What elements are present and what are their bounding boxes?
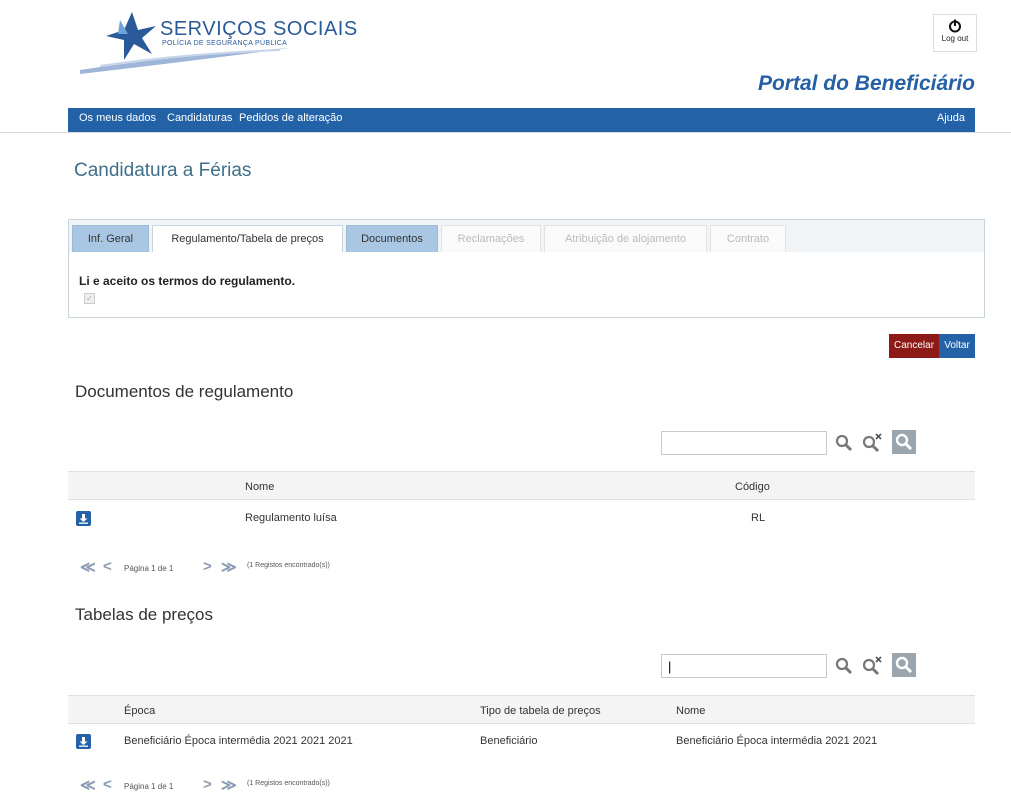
terms-label: Li e aceito os termos do regulamento. [79, 274, 296, 288]
first-page-icon[interactable]: ≪ [80, 558, 96, 576]
docs-col-nome[interactable]: Nome [245, 481, 274, 493]
logo-title: SERVIÇOS SOCIAIS [160, 18, 358, 40]
page-title: Candidatura a Férias [74, 160, 252, 181]
advanced-search-icon[interactable] [892, 430, 916, 454]
search-icon[interactable] [832, 431, 856, 455]
docs-pager: ≪ < Página 1 de 1 > ≫ (1 Registos encont… [80, 558, 380, 579]
first-page-icon[interactable]: ≪ [80, 776, 96, 794]
nav-item-ajuda[interactable]: Ajuda [937, 112, 965, 124]
tab-contrato: Contrato [710, 225, 786, 252]
table-row-nome: Regulamento luísa [245, 512, 337, 524]
nav-item-pedidos-alteracao[interactable]: Pedidos de alteração [239, 112, 342, 124]
nav-divider [0, 132, 1011, 133]
table-row-epoca: Beneficiário Época intermédia 2021 2021 … [124, 735, 353, 747]
download-icon[interactable] [76, 734, 91, 749]
docs-pager-count: (1 Registos encontrado(s)) [247, 562, 330, 569]
power-icon [949, 19, 961, 33]
back-button[interactable]: Voltar [939, 334, 975, 358]
prices-section-title: Tabelas de preços [75, 605, 213, 624]
tab-atribuicao-alojamento: Atribuição de alojamento [544, 225, 707, 252]
prices-pager-count: (1 Registos encontrado(s)) [247, 780, 330, 787]
prev-page-icon[interactable]: < [103, 558, 112, 575]
tab-documentos[interactable]: Documentos [346, 225, 438, 252]
tab-regulamento[interactable]: Regulamento/Tabela de preços [152, 225, 343, 252]
nav-item-candidaturas[interactable]: Candidaturas [167, 112, 232, 124]
cancel-button[interactable]: Cancelar [889, 334, 940, 358]
download-icon[interactable] [76, 511, 91, 526]
prev-page-icon[interactable]: < [103, 776, 112, 793]
terms-checkbox[interactable]: ✓ [84, 293, 95, 304]
logo-subtitle: POLÍCIA DE SEGURANÇA PÚBLICA [162, 40, 288, 47]
tab-inf-geral[interactable]: Inf. Geral [72, 225, 149, 252]
table-row-nome: Beneficiário Época intermédia 2021 2021 [676, 735, 878, 747]
table-row-tipo: Beneficiário [480, 735, 538, 747]
prices-search-input[interactable] [661, 654, 827, 678]
clear-search-icon[interactable] [860, 654, 884, 678]
search-icon[interactable] [832, 654, 856, 678]
docs-section-title: Documentos de regulamento [75, 382, 294, 401]
portal-title: Portal do Beneficiário [757, 72, 975, 95]
next-page-icon[interactable]: > [203, 776, 212, 793]
clear-search-icon[interactable] [860, 431, 884, 455]
next-page-icon[interactable]: > [203, 558, 212, 575]
logout-button[interactable]: Log out [933, 14, 977, 52]
nav-item-os-meus-dados[interactable]: Os meus dados [79, 112, 156, 124]
docs-search-input[interactable] [661, 431, 827, 455]
advanced-search-icon[interactable] [892, 653, 916, 677]
prices-col-nome[interactable]: Nome [676, 705, 705, 717]
table-row-codigo: RL [751, 512, 766, 524]
tab-reclamacoes: Reclamações [441, 225, 541, 252]
prices-col-epoca[interactable]: Época [124, 705, 155, 717]
logout-label: Log out [941, 34, 969, 43]
docs-col-codigo[interactable]: Código [735, 481, 770, 493]
main-nav: Os meus dados Candidaturas Pedidos de al… [68, 108, 975, 132]
last-page-icon[interactable]: ≫ [221, 558, 237, 576]
last-page-icon[interactable]: ≫ [221, 776, 237, 794]
docs-table-header [68, 471, 975, 500]
prices-pager: ≪ < Página 1 de 1 > ≫ (1 Registos encont… [80, 776, 380, 796]
prices-col-tipo[interactable]: Tipo de tabela de preços [480, 705, 601, 717]
prices-pager-label: Página 1 de 1 [124, 782, 174, 791]
docs-pager-label: Página 1 de 1 [124, 564, 174, 573]
